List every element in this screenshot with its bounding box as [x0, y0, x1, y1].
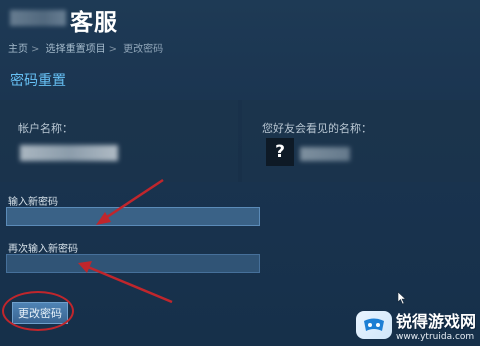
annotation-arrows: [78, 178, 173, 304]
arrow-to-confirm-password: [78, 261, 173, 304]
site-watermark: 锐得游戏网 www.ytruida.com: [355, 308, 476, 342]
arrow-to-new-password: [96, 178, 164, 225]
gamepad-logo-icon: [355, 311, 392, 339]
mouse-cursor-icon: [397, 291, 407, 305]
watermark-name: 锐得游戏网: [395, 312, 476, 331]
watermark-url: www.ytruida.com: [395, 332, 475, 342]
